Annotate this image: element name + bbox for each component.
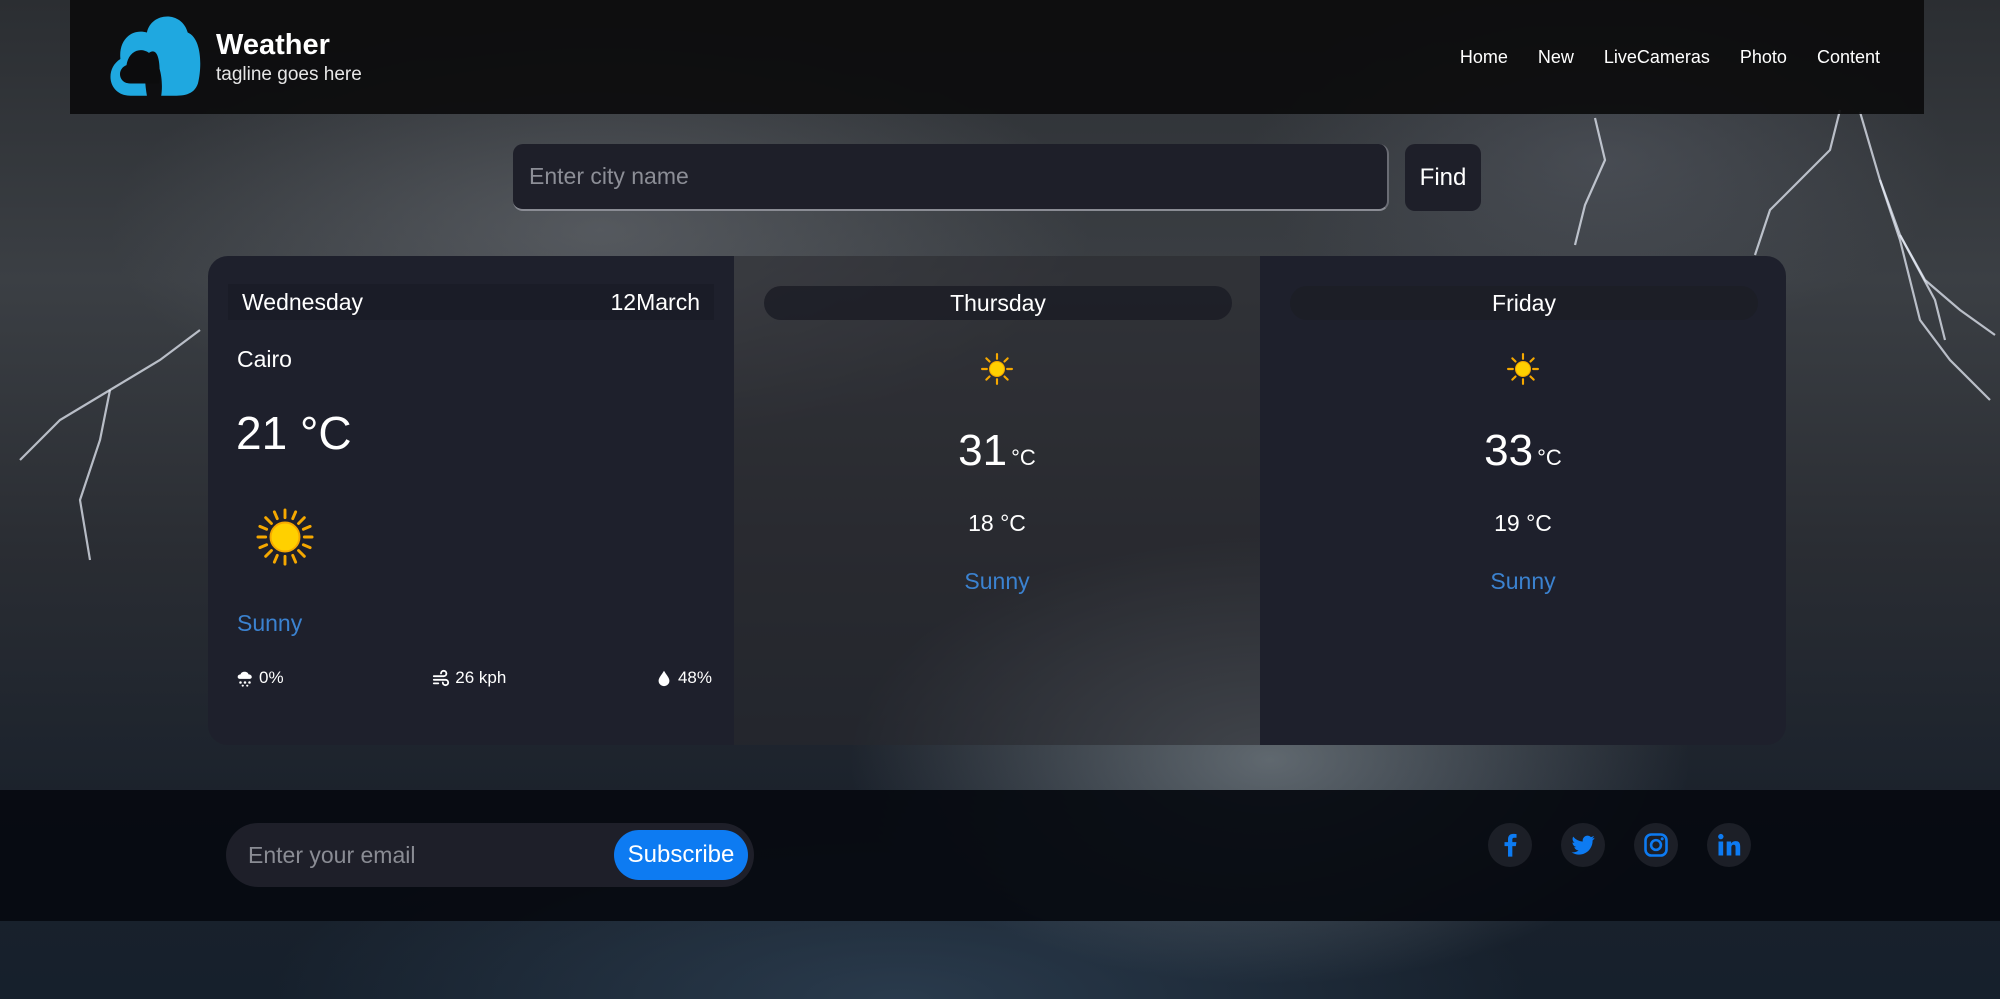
email-input[interactable] [248, 841, 614, 869]
facebook-icon [1504, 833, 1517, 857]
nav-photo[interactable]: Photo [1740, 47, 1787, 68]
forecast-condition: Sunny [1490, 568, 1556, 594]
sun-icon [1507, 353, 1539, 385]
current-temperature: 21 °C [236, 407, 352, 459]
forecast-panel: Wednesday 12March Cairo 21 °C Sunny 0% 2… [208, 256, 1786, 745]
site-tagline: tagline goes here [216, 64, 362, 85]
site-header: Weather tagline goes here Home New LiveC… [70, 0, 1924, 114]
today-stats: 0% 26 kph 48% [236, 668, 712, 688]
wind-stat: 26 kph [432, 668, 506, 688]
nav-content[interactable]: Content [1817, 47, 1880, 68]
find-button[interactable]: Find [1405, 144, 1481, 211]
max-temp-value: 33 [1484, 426, 1534, 475]
temp-unit: °C [1537, 445, 1562, 470]
today-day: Wednesday [242, 288, 364, 315]
linkedin-icon [1718, 833, 1741, 856]
today-condition: Sunny [237, 610, 303, 636]
forecast-condition: Sunny [964, 568, 1030, 594]
subscribe-form: Subscribe [226, 823, 754, 887]
city-name: Cairo [237, 346, 292, 372]
rain-value: 0% [259, 668, 284, 687]
brand[interactable]: Weather tagline goes here [100, 6, 362, 108]
sun-icon [256, 508, 314, 566]
forecast-day-name: Thursday [764, 286, 1232, 320]
max-temp-value: 31 [958, 426, 1008, 475]
forecast-day-name: Friday [1290, 286, 1758, 320]
cloud-logo-icon [110, 16, 201, 96]
forecast-min-temp: 19 °C [1494, 510, 1552, 536]
wind-value: 26 kph [455, 668, 507, 687]
forecast-day-card: Friday 33 °C 19 °C Sunny [1260, 256, 1786, 745]
search-bar: Find [513, 144, 1481, 211]
today-date: 12March [610, 288, 700, 315]
instagram-link[interactable] [1634, 823, 1678, 867]
forecast-max-temp: 31 °C [734, 426, 1260, 476]
temp-unit: °C [1011, 445, 1036, 470]
linkedin-link[interactable] [1707, 823, 1751, 867]
today-card: Wednesday 12March Cairo 21 °C Sunny 0% 2… [208, 256, 734, 745]
humidity-value: 48% [677, 668, 712, 687]
droplet-icon [658, 670, 670, 687]
wind-icon [433, 669, 450, 687]
cloud-rain-icon [237, 671, 252, 687]
instagram-icon [1644, 833, 1668, 857]
forecast-max-temp: 33 °C [1260, 426, 1786, 476]
sun-icon [981, 353, 1013, 385]
humidity-stat: 48% [655, 668, 712, 688]
site-footer: Subscribe [0, 790, 2000, 921]
forecast-day-card: Thursday 31 °C 18 °C Sunny [734, 256, 1260, 745]
twitter-icon [1571, 835, 1595, 855]
nav-livecameras[interactable]: LiveCameras [1604, 47, 1710, 68]
twitter-link[interactable] [1561, 823, 1605, 867]
subscribe-button[interactable]: Subscribe [614, 830, 748, 880]
today-header: Wednesday 12March [228, 284, 714, 320]
nav-new[interactable]: New [1538, 47, 1574, 68]
city-search-input[interactable] [513, 144, 1389, 211]
site-title: Weather [216, 29, 330, 61]
forecast-min-temp: 18 °C [968, 510, 1026, 536]
nav-home[interactable]: Home [1460, 47, 1508, 68]
social-links [1488, 823, 1751, 867]
main-nav: Home New LiveCameras Photo Content [1460, 47, 1880, 68]
rain-stat: 0% [236, 668, 284, 688]
facebook-link[interactable] [1488, 823, 1532, 867]
